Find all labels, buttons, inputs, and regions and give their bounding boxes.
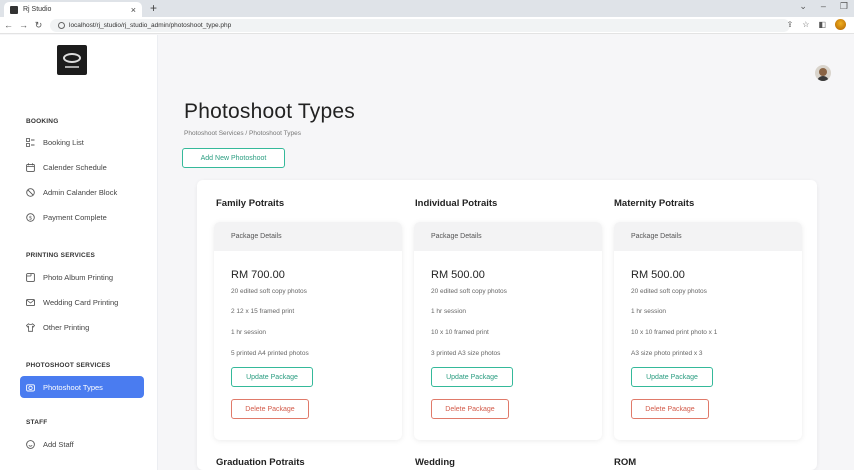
tab-title: Rj Studio: [23, 6, 52, 13]
site-info-icon[interactable]: [58, 22, 65, 29]
package-title-graduation: Graduation Potraits: [216, 457, 305, 468]
url-field[interactable]: localhost/rj_studio/rj_studio_admin/phot…: [50, 19, 790, 32]
browser-tab[interactable]: Rj Studio ×: [4, 2, 142, 17]
sidebar-item-label: Admin Calander Block: [43, 188, 118, 197]
package-title-family: Family Potraits: [216, 198, 285, 209]
minimize-icon[interactable]: –: [821, 1, 826, 12]
browser-toolbar-icons: ⇪ ☆ ◧: [787, 19, 846, 30]
user-avatar[interactable]: [815, 65, 831, 81]
breadcrumb: Photoshoot Services / Photoshoot Types: [184, 130, 301, 137]
section-title-printing: PRINTING SERVICES: [26, 252, 96, 259]
package-detail: 20 edited soft copy photos: [631, 288, 707, 295]
album-icon: [26, 273, 35, 282]
sidebar-item-payment-complete[interactable]: $ Payment Complete: [26, 210, 144, 225]
sidebar-toggle-icon[interactable]: ◧: [818, 20, 826, 29]
delete-package-button[interactable]: Delete Package: [431, 399, 509, 419]
package-price: RM 500.00: [431, 269, 485, 281]
sidebar-item-add-staff[interactable]: Add Staff: [26, 437, 144, 452]
block-icon: [26, 188, 35, 197]
sidebar-item-admin-calander-block[interactable]: Admin Calander Block: [26, 185, 144, 200]
user-add-icon: [26, 440, 35, 449]
sidebar-item-photo-album-printing[interactable]: Photo Album Printing: [26, 270, 144, 285]
package-details-header: Package Details: [414, 222, 602, 251]
share-icon[interactable]: ⇪: [787, 20, 794, 29]
update-package-button[interactable]: Update Package: [631, 367, 713, 387]
package-details-header: Package Details: [214, 222, 402, 251]
package-detail: 10 x 10 framed print: [431, 329, 489, 336]
package-detail: 10 x 10 framed print photo x 1: [631, 329, 718, 336]
payment-icon: $: [26, 213, 35, 222]
new-tab-button[interactable]: +: [150, 1, 157, 15]
svg-text:$: $: [29, 215, 33, 221]
reload-icon[interactable]: ↻: [32, 20, 45, 31]
sidebar-item-photoshoot-types[interactable]: Photoshoot Types: [20, 376, 144, 398]
package-detail: 2 12 x 15 framed print: [231, 308, 295, 315]
sidebar-item-label: Payment Complete: [43, 213, 107, 222]
camera-icon: [26, 383, 35, 392]
package-detail: A3 size photo printed x 3: [631, 350, 703, 357]
add-new-photoshoot-button[interactable]: Add New Photoshoot: [182, 148, 285, 168]
sidebar-item-wedding-card-printing[interactable]: Wedding Card Printing: [26, 295, 144, 310]
sidebar-item-label: Calender Schedule: [43, 163, 107, 172]
browser-tab-bar: Rj Studio × + ⌄ – ❐: [0, 0, 854, 17]
logo-wordmark: [65, 65, 79, 68]
sidebar-item-label: Add Staff: [43, 440, 74, 449]
sidebar-item-label: Other Printing: [43, 323, 90, 332]
package-detail: 20 edited soft copy photos: [231, 288, 307, 295]
favicon-icon: [10, 5, 18, 14]
window-controls: ⌄ – ❐: [799, 1, 848, 12]
package-title-maternity: Maternity Potraits: [614, 198, 695, 209]
update-package-button[interactable]: Update Package: [231, 367, 313, 387]
avatar-face: [819, 68, 827, 76]
delete-package-button[interactable]: Delete Package: [231, 399, 309, 419]
sidebar-item-label: Photoshoot Types: [43, 382, 103, 392]
tab-close-icon[interactable]: ×: [131, 5, 136, 15]
section-title-booking: BOOKING: [26, 118, 59, 125]
back-icon[interactable]: ←: [2, 20, 15, 30]
package-title-rom: ROM: [614, 457, 637, 468]
page-title: Photoshoot Types: [184, 100, 355, 123]
update-package-button[interactable]: Update Package: [431, 367, 513, 387]
sidebar-item-calender-schedule[interactable]: Calender Schedule: [26, 160, 144, 175]
package-title-individual: Individual Potraits: [415, 198, 498, 209]
calendar-icon: [26, 163, 35, 172]
bookmark-star-icon[interactable]: ☆: [802, 20, 809, 29]
list-icon: [26, 138, 35, 147]
forward-icon[interactable]: →: [17, 20, 30, 30]
address-bar-row: ← → ↻ localhost/rj_studio/rj_studio_admi…: [0, 17, 854, 34]
sidebar-item-booking-list[interactable]: Booking List: [26, 135, 144, 150]
tab-search-icon[interactable]: ⌄: [799, 1, 807, 12]
package-details-header: Package Details: [614, 222, 802, 251]
package-detail: 3 printed A3 size photos: [431, 350, 501, 357]
maximize-icon[interactable]: ❐: [840, 1, 848, 12]
package-detail: 20 edited soft copy photos: [431, 288, 507, 295]
shirt-icon: [26, 323, 35, 332]
package-card-family: Package Details RM 700.00 20 edited soft…: [214, 222, 402, 440]
sidebar-item-label: Wedding Card Printing: [43, 298, 119, 307]
sidebar-item-other-printing[interactable]: Other Printing: [26, 320, 144, 335]
package-card-individual: Package Details RM 500.00 20 edited soft…: [414, 222, 602, 440]
package-detail: 1 hr session: [231, 329, 267, 336]
section-title-photoshoot: PHOTOSHOOT SERVICES: [26, 362, 111, 369]
studio-logo[interactable]: [57, 45, 87, 75]
logo-mark-icon: [63, 52, 81, 63]
url-text: localhost/rj_studio/rj_studio_admin/phot…: [69, 22, 232, 29]
package-detail: 1 hr session: [431, 308, 467, 315]
package-detail: 5 printed A4 printed photos: [231, 350, 309, 357]
avatar-body: [817, 76, 829, 81]
package-card-maternity: Package Details RM 500.00 20 edited soft…: [614, 222, 802, 440]
delete-package-button[interactable]: Delete Package: [631, 399, 709, 419]
browser-profile-icon[interactable]: [835, 19, 846, 30]
package-price: RM 500.00: [631, 269, 685, 281]
mail-icon: [26, 298, 35, 307]
package-detail: 1 hr session: [631, 308, 667, 315]
sidebar-item-label: Booking List: [43, 138, 84, 147]
section-title-staff: STAFF: [26, 419, 48, 426]
sidebar-item-label: Photo Album Printing: [43, 273, 114, 282]
package-price: RM 700.00: [231, 269, 285, 281]
package-title-wedding: Wedding: [415, 457, 455, 468]
